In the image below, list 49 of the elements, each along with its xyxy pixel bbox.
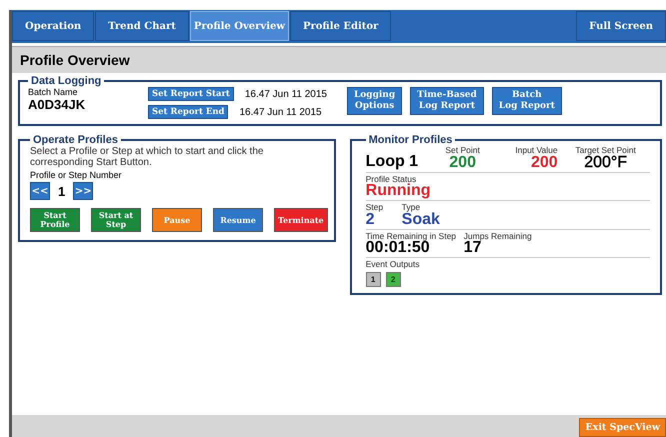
action-button[interactable]: Start Profile (30, 208, 80, 232)
input-value-label: Input Value (515, 146, 558, 154)
event-outputs-label: Event Outputs (366, 260, 420, 268)
instructions-text: Select a Profile or Step at which to start and click the corresponding Start Button. (30, 146, 264, 168)
step-number: 1 (58, 184, 66, 198)
event-output-indicator: 2 (386, 272, 401, 286)
time-remaining-label: Time Remaining in Step (366, 232, 456, 240)
previous-button[interactable]: << (30, 182, 50, 200)
page-title: Profile Overview (12, 46, 666, 73)
step-value: 2 (366, 212, 375, 228)
target-set-point-label: Target Set Point (575, 146, 636, 154)
report-time: 16.47 Jun 11 2015 (239, 106, 322, 118)
exit-button[interactable]: Exit SpecView (579, 418, 666, 437)
loop-name: Loop 1 (366, 152, 420, 170)
profile-status-value: Running (366, 183, 431, 199)
type-label: Type (402, 203, 420, 212)
log-button[interactable]: Logging Options (346, 87, 402, 115)
jumps-remaining-value: 17 (464, 240, 482, 256)
action-button[interactable]: Pause (152, 208, 202, 232)
time-remaining-value: 00:01:50 (366, 240, 430, 256)
target-set-point-value: 200°F (584, 154, 628, 170)
section-title: Operate Profiles (32, 134, 119, 146)
batch-name-value: A0D34JK (28, 97, 86, 112)
step-label: Step (366, 203, 384, 212)
nav-tab[interactable]: Profile Editor (290, 11, 392, 41)
section-title: Monitor Profiles (368, 134, 454, 146)
next-button[interactable]: >> (73, 182, 94, 200)
log-button[interactable]: Batch Log Report (492, 87, 562, 115)
report-button[interactable]: Set Report Start (148, 87, 234, 101)
report-button[interactable]: Set Report End (148, 105, 228, 119)
step-number-label: Profile or Step Number (30, 170, 123, 180)
action-button[interactable]: Resume (213, 208, 263, 232)
set-point-label: Set Point (445, 146, 480, 154)
type-value: Soak (402, 212, 440, 228)
full-screen-button[interactable]: Full Screen (576, 11, 666, 41)
set-point-value: 200 (449, 154, 476, 170)
nav-tab[interactable]: Profile Overview (190, 11, 289, 41)
nav-tab[interactable]: Trend Chart (95, 11, 189, 41)
jumps-remaining-label: Jumps Remaining (464, 232, 532, 240)
nav-tab[interactable]: Operation (12, 11, 94, 41)
log-button[interactable]: Time-Based Log Report (410, 87, 484, 115)
profile-status-label: Profile Status (366, 174, 416, 183)
batch-name-label: Batch Name (28, 87, 79, 97)
action-button[interactable]: Start at Step (91, 208, 141, 232)
section-title: Data Logging (30, 75, 102, 87)
event-output-indicator: 1 (366, 272, 381, 286)
action-button[interactable]: Terminate (274, 208, 328, 232)
input-value: 200 (530, 154, 558, 170)
report-time: 16.47 Jun 11 2015 (244, 88, 327, 100)
